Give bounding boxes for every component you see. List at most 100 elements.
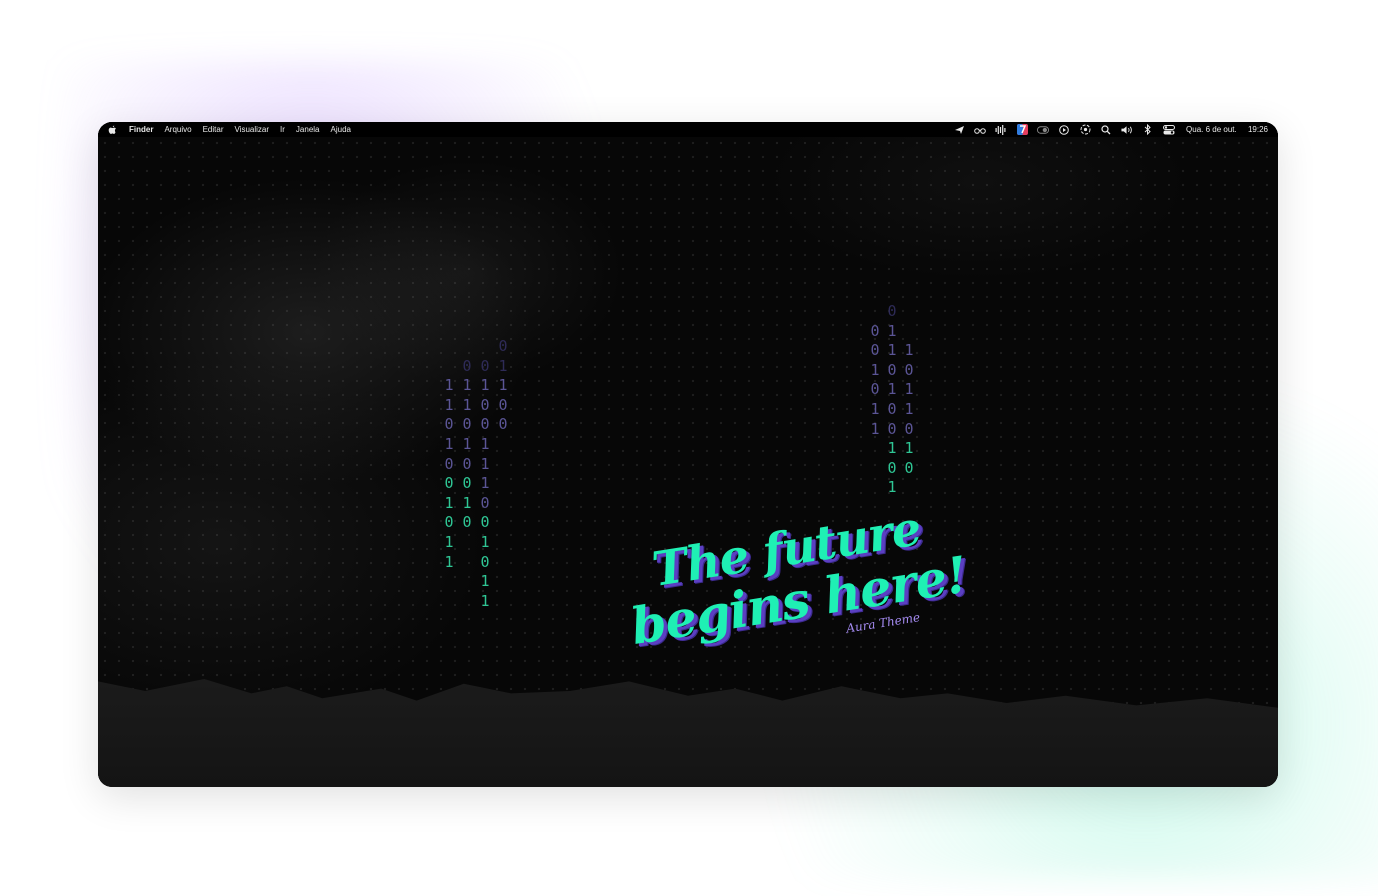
binary-digit: 1 [444, 376, 454, 395]
binary-digit: 1 [480, 474, 490, 493]
menu-bar: Finder Arquivo Editar Visualizar Ir Jane… [98, 122, 1278, 137]
menu-ir[interactable]: Ir [280, 122, 285, 137]
binary-digit: 1 [444, 395, 454, 414]
binary-digit: 1 [870, 419, 880, 438]
binary-digit [478, 337, 492, 357]
binary-digit: 0 [887, 360, 897, 379]
binary-digit: 0 [498, 395, 508, 414]
binary-digit: 0 [480, 552, 490, 571]
binary-digit: 0 [462, 356, 472, 375]
binary-digit [496, 494, 510, 514]
menu-app-finder[interactable]: Finder [129, 122, 153, 137]
binary-digit: 0 [904, 360, 914, 379]
toggle-icon[interactable] [1037, 124, 1050, 136]
binary-digit: 1 [887, 341, 897, 360]
binary-column: 011010010 [460, 337, 474, 572]
menu-bar-clock[interactable]: Qua. 6 de out. 19:26 [1186, 125, 1268, 134]
binary-digit [460, 553, 474, 573]
binary-digit [460, 533, 474, 553]
binary-digit: 0 [887, 458, 897, 477]
binary-digit [902, 478, 916, 498]
binary-digit: 0 [462, 513, 472, 532]
binary-digit: 0 [462, 454, 472, 473]
binary-digit: 0 [870, 341, 880, 360]
binary-digit [496, 435, 510, 455]
binary-digit [442, 357, 456, 377]
apple-logo-icon[interactable] [108, 125, 117, 135]
desktop-screen: Finder Arquivo Editar Visualizar Ir Jane… [98, 122, 1278, 787]
menu-visualizar[interactable]: Visualizar [234, 122, 269, 137]
binary-digit: 0 [480, 415, 490, 434]
binary-column: 001011 [868, 302, 882, 498]
binary-digit: 1 [480, 532, 490, 551]
menu-editar[interactable]: Editar [203, 122, 224, 137]
app-badge-icon[interactable] [1016, 124, 1028, 136]
location-arrow-icon[interactable] [953, 124, 965, 136]
binary-digit: 0 [887, 302, 897, 320]
binary-column: 0100111001011 [478, 337, 492, 611]
binary-digit: 1 [887, 478, 897, 497]
audio-waveform-icon[interactable] [995, 124, 1007, 136]
binary-digit: 1 [887, 380, 897, 399]
binary-digit [868, 439, 882, 459]
volume-icon[interactable] [1121, 124, 1133, 136]
binary-digit: 0 [462, 474, 472, 493]
binary-rain-left: 1101001011011010010010011100101101100 [442, 337, 522, 617]
binary-digit: 1 [904, 439, 914, 458]
binary-digit [868, 459, 882, 479]
binary-digit: 1 [444, 493, 454, 512]
glasses-icon[interactable] [974, 124, 986, 136]
binary-digit: 0 [480, 395, 490, 414]
binary-digit: 0 [887, 419, 897, 438]
binary-rain-right: 00101101101001011011010 [868, 302, 928, 502]
binary-digit: 0 [887, 399, 897, 418]
menu-arquivo[interactable]: Arquivo [164, 122, 191, 137]
binary-digit: 1 [870, 360, 880, 379]
binary-digit: 0 [498, 415, 508, 434]
binary-digit: 0 [480, 356, 490, 375]
binary-column: 1101001011 [442, 337, 456, 572]
binary-digit: 0 [444, 454, 454, 473]
binary-digit: 0 [870, 380, 880, 399]
wallpaper-dot-grid [98, 122, 1278, 787]
binary-digit [496, 455, 510, 475]
binary-column: 0110100101 [885, 302, 899, 498]
binary-digit: 1 [462, 376, 472, 395]
clock-time: 19:26 [1247, 125, 1268, 134]
binary-digit [902, 322, 916, 342]
binary-digit: 1 [480, 376, 490, 395]
menu-bar-status-area: Qua. 6 de out. 19:26 [944, 124, 1268, 136]
binary-digit: 1 [480, 434, 490, 453]
focus-icon[interactable] [1079, 124, 1091, 136]
binary-digit [902, 302, 916, 322]
binary-digit: 1 [904, 399, 914, 418]
binary-digit: 1 [887, 439, 897, 458]
binary-digit: 0 [480, 493, 490, 512]
binary-digit: 1 [498, 356, 508, 375]
binary-digit: 0 [498, 337, 508, 355]
binary-digit: 1 [444, 434, 454, 453]
binary-digit: 0 [444, 474, 454, 493]
binary-digit: 1 [480, 572, 490, 591]
menu-janela[interactable]: Janela [296, 122, 320, 137]
play-circle-icon[interactable] [1058, 124, 1070, 136]
binary-digit: 0 [904, 458, 914, 477]
binary-digit: 1 [462, 493, 472, 512]
binary-digit [868, 478, 882, 498]
binary-digit [496, 474, 510, 494]
binary-digit: 1 [904, 380, 914, 399]
menu-ajuda[interactable]: Ajuda [331, 122, 351, 137]
binary-digit: 1 [498, 376, 508, 395]
binary-digit [460, 337, 474, 357]
search-icon[interactable] [1100, 124, 1112, 136]
binary-digit: 0 [444, 415, 454, 434]
binary-digit: 1 [480, 591, 490, 610]
control-center-icon[interactable] [1163, 124, 1176, 136]
bluetooth-icon[interactable] [1142, 124, 1154, 136]
binary-column: 01100 [496, 337, 510, 572]
binary-digit: 1 [444, 552, 454, 571]
binary-digit: 1 [480, 454, 490, 473]
binary-digit: 1 [887, 321, 897, 340]
binary-digit: 1 [904, 341, 914, 360]
binary-digit: 0 [444, 513, 454, 532]
